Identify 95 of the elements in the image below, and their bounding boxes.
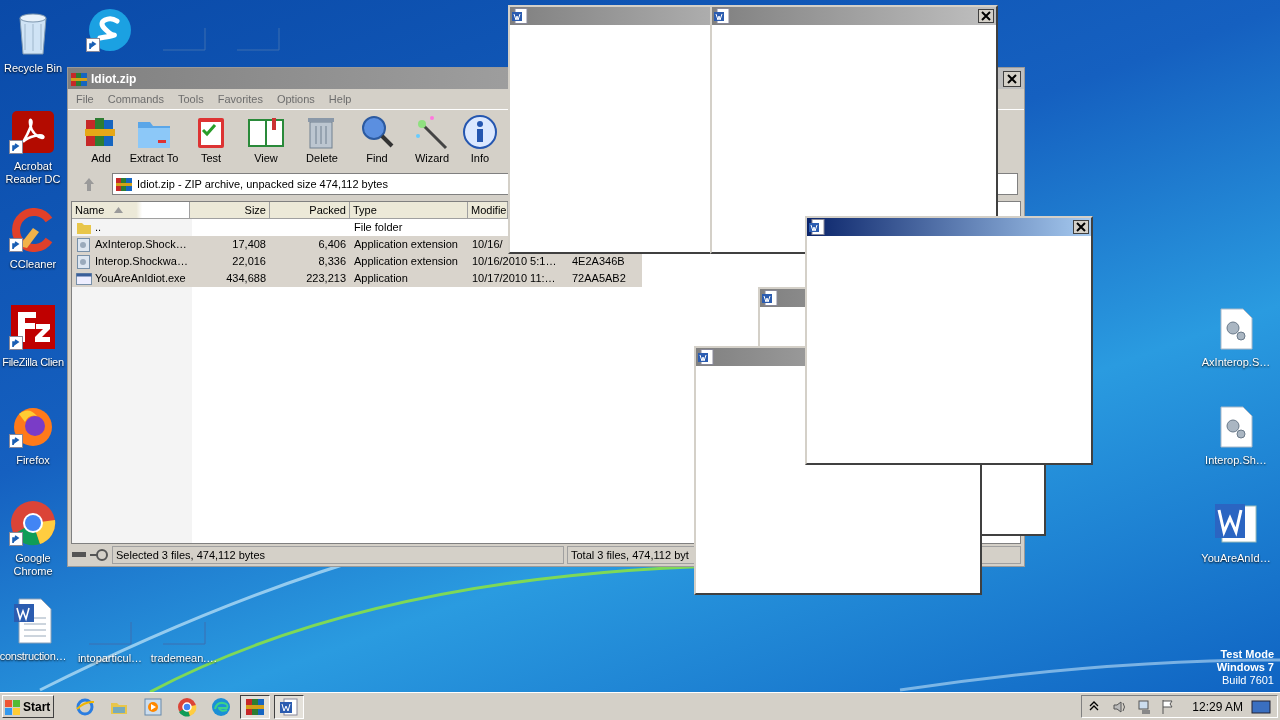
document-icon xyxy=(809,219,825,235)
menu-item[interactable]: Commands xyxy=(107,90,164,108)
toolbar-button[interactable]: Wizard xyxy=(404,112,460,169)
taskbar-button[interactable] xyxy=(274,694,304,719)
menu-item[interactable]: Favorites xyxy=(217,90,263,108)
table-cell-text: 223,213 xyxy=(306,271,346,287)
icon-label[interactable]: YouAreAnId… xyxy=(1201,552,1271,565)
sort-arrow-icon xyxy=(114,207,124,213)
show-desktop-icon[interactable] xyxy=(1251,699,1271,714)
chrome-icon[interactable] xyxy=(10,500,56,546)
toolbar-button[interactable]: Info xyxy=(460,112,500,169)
toolbar-button[interactable]: Add xyxy=(78,112,124,169)
toolbar-button[interactable]: Find xyxy=(350,112,404,169)
word-doc-icon[interactable] xyxy=(13,598,53,644)
status-text: Selected 3 files, 474,112 bytes xyxy=(112,546,564,564)
close-icon[interactable] xyxy=(1003,70,1021,87)
media-icon xyxy=(143,696,163,717)
drive-key-icon[interactable] xyxy=(71,547,109,563)
window-title: Idiot.zip xyxy=(91,70,137,88)
table-cell-text: 434,688 xyxy=(226,271,266,287)
close-icon[interactable] xyxy=(1073,220,1089,234)
info-icon xyxy=(462,114,498,150)
close-icon[interactable] xyxy=(978,9,994,23)
column-header[interactable]: Packed xyxy=(270,202,350,219)
archive-icon xyxy=(116,176,132,192)
table-row[interactable]: Interop.Shockwa… 22,016 8,336 Application extension 10/16/2010 5:1… 4E2A346B xyxy=(72,253,642,270)
icon-label[interactable]: Firefox xyxy=(16,454,50,467)
filezilla-icon[interactable] xyxy=(10,304,56,350)
skype-icon[interactable] xyxy=(88,8,132,52)
table-cell-text: 72AA5AB2 xyxy=(572,271,626,287)
chrome-icon xyxy=(177,696,197,717)
table-row[interactable]: .. File folder xyxy=(72,219,642,236)
icon-label[interactable]: intoparticul… xyxy=(77,652,143,665)
os-version-text: Build 7601 xyxy=(1222,674,1274,687)
network-icon[interactable] xyxy=(1136,698,1153,715)
document-icon xyxy=(512,8,528,24)
os-version-text: Windows 7 xyxy=(1216,661,1274,674)
table-cell-text: 10/17/2010 11:… xyxy=(472,271,556,287)
gear-doc-icon[interactable] xyxy=(1219,406,1253,448)
ie-icon xyxy=(75,696,95,717)
toolbar-button[interactable]: Extract To xyxy=(124,112,184,169)
table-cell-text: Application xyxy=(354,271,408,287)
os-version-text: Test Mode xyxy=(1220,648,1274,661)
icon-label[interactable]: FileZilla Clien xyxy=(2,356,64,369)
table-cell-text: .. xyxy=(95,220,102,236)
table-cell-text: Application extension xyxy=(354,254,458,270)
table-cell-text: 10/16/2010 5:1… xyxy=(472,254,557,270)
toolbar-button[interactable]: View xyxy=(238,112,294,169)
column-header[interactable]: Modifie xyxy=(468,202,508,219)
start-button[interactable]: Start xyxy=(2,695,54,718)
taskbar-button[interactable] xyxy=(240,694,270,719)
column-header[interactable]: Size xyxy=(190,202,270,219)
menu-item[interactable]: Options xyxy=(276,90,315,108)
table-cell-text: 8,336 xyxy=(318,254,346,270)
icon-label[interactable]: construction… xyxy=(0,650,67,663)
edge-icon xyxy=(211,696,231,717)
file-icon xyxy=(76,236,92,253)
table-cell-text: 22,016 xyxy=(232,254,266,270)
column-header[interactable]: Type xyxy=(350,202,468,219)
windows-logo-icon xyxy=(5,698,21,715)
table-cell-text: 10/16/ xyxy=(472,237,503,253)
icon-label[interactable]: Recycle Bin xyxy=(3,62,63,75)
gear-doc-icon[interactable] xyxy=(1219,308,1253,350)
word-icon xyxy=(279,696,299,717)
winrar-icon xyxy=(245,696,265,717)
icon-label[interactable]: Acrobat Reader DC xyxy=(0,160,66,186)
document-icon xyxy=(762,290,778,306)
table-cell-text: Interop.Shockwa… xyxy=(95,254,188,270)
menu-item[interactable]: Tools xyxy=(178,90,204,108)
toolbar-button[interactable]: Delete xyxy=(294,112,350,169)
recycle-bin-icon[interactable] xyxy=(16,12,50,56)
clock[interactable]: 12:29 AM xyxy=(1192,697,1243,716)
table-cell-text: 17,408 xyxy=(232,237,266,253)
ccleaner-icon[interactable] xyxy=(11,208,55,252)
file-icon xyxy=(76,270,92,287)
icon-label[interactable]: Google Chrome xyxy=(0,552,66,578)
icon-label[interactable]: Interop.Sh… xyxy=(1205,454,1267,467)
column-header[interactable]: Name xyxy=(72,202,190,219)
icon-label[interactable]: CCleaner xyxy=(9,258,57,271)
table-row[interactable]: YouAreAnIdiot.exe 434,688 223,213 Application 10/17/2010 11:… 72AA5AB2 xyxy=(72,270,642,287)
table-cell-text: YouAreAnIdiot.exe xyxy=(95,271,186,287)
document-icon xyxy=(698,349,714,365)
pdf-icon[interactable] xyxy=(11,110,55,154)
table-cell-text: 6,406 xyxy=(318,237,346,253)
document-icon xyxy=(714,8,730,24)
table-cell-text: AxInterop.Shock… xyxy=(95,237,187,253)
archive-icon xyxy=(71,70,87,87)
word-icon[interactable] xyxy=(1214,502,1258,546)
table-cell-text: 4E2A346B xyxy=(572,254,625,270)
table-cell-text: Application extension xyxy=(354,237,458,253)
toolbar-button[interactable]: Test xyxy=(184,112,238,169)
file-icon xyxy=(76,253,92,270)
find-icon xyxy=(359,114,395,150)
table-cell-text: File folder xyxy=(354,220,403,236)
wizard-icon xyxy=(414,114,450,150)
